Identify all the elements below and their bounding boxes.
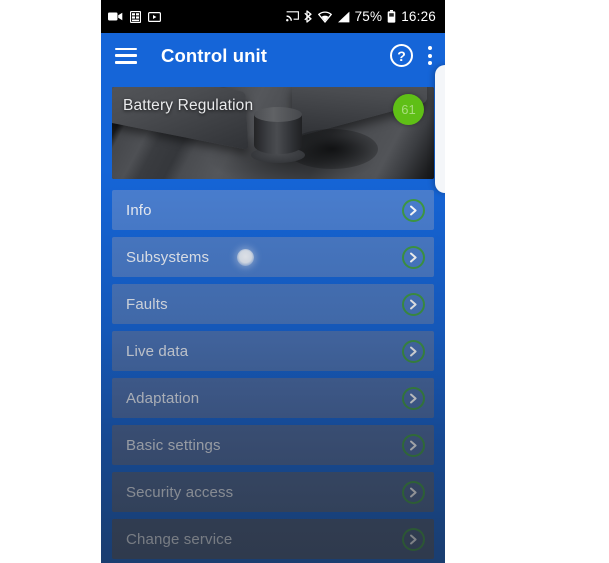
signal-icon (337, 11, 349, 22)
content-area: Battery Regulation 61 Info Subsystems Fa… (101, 78, 445, 559)
knob-icon (250, 107, 305, 164)
list-item-label: Change service (126, 530, 233, 548)
list-item-live-data[interactable]: Live data (112, 331, 434, 371)
bluetooth-icon (303, 10, 312, 23)
status-bar: 75% 16:26 (101, 0, 445, 33)
list-item-label: Adaptation (126, 389, 200, 407)
chevron-right-icon[interactable] (402, 292, 425, 316)
list-item-adaptation[interactable]: Adaptation (112, 378, 434, 418)
list-item-subsystems[interactable]: Subsystems (112, 237, 434, 277)
list-item-label: Live data (126, 342, 189, 360)
status-badge: 61 (393, 94, 424, 125)
wifi-icon (317, 10, 332, 23)
chevron-right-icon[interactable] (402, 339, 425, 363)
phone-screen: 75% 16:26 Control unit ? Battery Regulat… (101, 0, 445, 563)
battery-percent-label: 75% (354, 8, 383, 24)
app-bar: Control unit ? (101, 33, 445, 78)
video-letterbox-frame: 75% 16:26 Control unit ? Battery Regulat… (0, 0, 609, 563)
help-icon[interactable]: ? (390, 44, 413, 67)
video-player-icon (148, 11, 161, 22)
overflow-dot (427, 61, 432, 65)
hamburger-menu-icon[interactable] (115, 47, 137, 64)
chevron-right-icon[interactable] (402, 433, 425, 457)
list-item-info[interactable]: Info (112, 190, 434, 230)
list-item-security-access[interactable]: Security access (112, 472, 434, 512)
camcorder-icon (108, 12, 123, 21)
status-bar-left-icons (108, 10, 161, 23)
status-bar-right-cluster: 75% 16:26 (285, 8, 436, 24)
cast-icon (285, 11, 299, 22)
chevron-right-icon[interactable] (402, 245, 425, 269)
battery-icon (387, 10, 396, 23)
overflow-dot (427, 46, 432, 50)
status-bar-clock: 16:26 (401, 8, 436, 24)
list-item-label: Basic settings (126, 436, 221, 454)
chevron-right-icon[interactable] (402, 198, 425, 222)
chevron-right-icon[interactable] (402, 480, 425, 504)
page-title: Control unit (161, 44, 268, 66)
hero-title: Battery Regulation (123, 97, 254, 114)
app-bar-actions: ? (390, 44, 432, 67)
list-item-label: Subsystems (126, 248, 210, 266)
overflow-dot (427, 53, 432, 58)
list-item-change-service[interactable]: Change service (112, 519, 434, 559)
list-item-label: Faults (126, 295, 168, 313)
overflow-menu-icon[interactable] (427, 45, 432, 66)
chevron-right-icon[interactable] (402, 386, 425, 410)
chevron-right-icon[interactable] (402, 527, 425, 551)
list-item-faults[interactable]: Faults (112, 284, 434, 324)
side-drawer-peek[interactable] (435, 65, 445, 193)
loading-spinner-icon (237, 248, 255, 266)
list-item-label: Security access (126, 483, 234, 501)
hamburger-bar (115, 54, 137, 57)
list-item-label: Info (126, 201, 152, 219)
grid-icon (130, 10, 141, 23)
control-unit-hero-card[interactable]: Battery Regulation 61 (112, 87, 434, 179)
hamburger-bar (115, 60, 137, 64)
hamburger-bar (115, 47, 137, 51)
list-item-basic-settings[interactable]: Basic settings (112, 425, 434, 465)
menu-list: Info Subsystems Faults Live data Adaptat… (112, 190, 434, 559)
